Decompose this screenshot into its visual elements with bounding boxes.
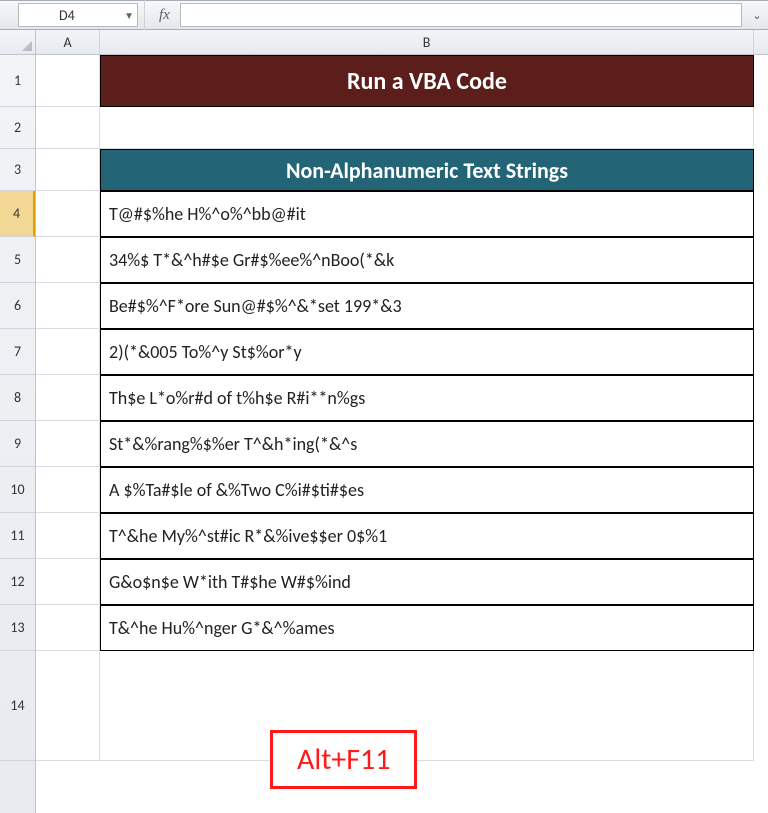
column-header-A[interactable]: A bbox=[36, 30, 100, 54]
row-headers: 1234567891011121314 bbox=[0, 30, 36, 813]
cell-A8[interactable] bbox=[36, 375, 100, 421]
column-headers: AB bbox=[36, 30, 768, 55]
cell-B4-data[interactable]: T@#$%he H%^o%^bb@#it bbox=[100, 191, 754, 237]
formula-input[interactable] bbox=[180, 3, 742, 27]
cell-B6-data[interactable]: Be#$%^F*ore Sun@#$%^&*set 199*&3 bbox=[100, 283, 754, 329]
cell-B5-data[interactable]: 34%$ T*&^h#$e Gr#$%ee%^nBoo(*&k bbox=[100, 237, 754, 283]
name-box-value: D4 bbox=[59, 7, 75, 24]
cell-A3[interactable] bbox=[36, 149, 100, 191]
cell-B9-data[interactable]: St*&%rang%$%er T^&h*ing(*&^s bbox=[100, 421, 754, 467]
cell-B7-data[interactable]: 2)(*&005 To%^y St$%or*y bbox=[100, 329, 754, 375]
cell-B11-data[interactable]: T^&he My%^st#ic R*&%ive$$er 0$%1 bbox=[100, 513, 754, 559]
cell-A4[interactable] bbox=[36, 191, 100, 237]
row-header-5[interactable]: 5 bbox=[0, 237, 35, 283]
cell-B2[interactable] bbox=[100, 107, 754, 149]
fx-button[interactable]: fx bbox=[153, 7, 176, 24]
cell-A7[interactable] bbox=[36, 329, 100, 375]
row-header-12[interactable]: 12 bbox=[0, 559, 35, 605]
spreadsheet-grid: 1234567891011121314 AB Run a VBA CodeNon… bbox=[0, 30, 768, 813]
cell-A6[interactable] bbox=[36, 283, 100, 329]
row-header-6[interactable]: 6 bbox=[0, 283, 35, 329]
keyboard-shortcut-callout: Alt+F11 bbox=[270, 730, 417, 789]
cell-B14[interactable] bbox=[100, 651, 754, 761]
row-header-4[interactable]: 4 bbox=[0, 191, 35, 237]
cell-A5[interactable] bbox=[36, 237, 100, 283]
cell-A11[interactable] bbox=[36, 513, 100, 559]
callout-text: Alt+F11 bbox=[297, 741, 390, 778]
cell-B3-header[interactable]: Non-Alphanumeric Text Strings bbox=[100, 149, 754, 191]
row-header-9[interactable]: 9 bbox=[0, 421, 35, 467]
cell-B13-data[interactable]: T&^he Hu%^nger G*&^%ames bbox=[100, 605, 754, 651]
name-box[interactable]: D4 ▼ bbox=[18, 3, 138, 27]
cell-B10-data[interactable]: A $%Ta#$le of &%Two C%i#$ti#$es bbox=[100, 467, 754, 513]
row-header-11[interactable]: 11 bbox=[0, 513, 35, 559]
cell-A1[interactable] bbox=[36, 55, 100, 107]
name-box-dropdown-icon[interactable]: ▼ bbox=[124, 9, 134, 22]
row-header-3[interactable]: 3 bbox=[0, 149, 35, 191]
cells-area: AB Run a VBA Code Non-Alphanumeric Text S… bbox=[36, 30, 768, 813]
row-header-7[interactable]: 7 bbox=[0, 329, 35, 375]
row-header-8[interactable]: 8 bbox=[0, 375, 35, 421]
cell-B8-data[interactable]: Th$e L*o%r#d of t%h$e R#i**n%gs bbox=[100, 375, 754, 421]
column-header-B[interactable]: B bbox=[100, 30, 754, 54]
cell-A12[interactable] bbox=[36, 559, 100, 605]
sheet-body: Run a VBA Code Non-Alphanumeric Text Stri… bbox=[36, 55, 768, 761]
cell-B1-title[interactable]: Run a VBA Code bbox=[100, 55, 754, 107]
cell-A10[interactable] bbox=[36, 467, 100, 513]
row-header-14[interactable]: 14 bbox=[0, 651, 35, 761]
cell-A13[interactable] bbox=[36, 605, 100, 651]
cell-B12-data[interactable]: G&o$n$e W*ith T#$he W#$%ind bbox=[100, 559, 754, 605]
row-header-2[interactable]: 2 bbox=[0, 107, 35, 149]
cell-A14[interactable] bbox=[36, 651, 100, 761]
select-all-corner[interactable] bbox=[0, 30, 35, 55]
formula-bar: D4 ▼ fx ⌄ bbox=[0, 0, 768, 30]
fx-zone: fx bbox=[145, 7, 176, 24]
expand-formula-bar-icon[interactable]: ⌄ bbox=[746, 9, 768, 22]
cell-A9[interactable] bbox=[36, 421, 100, 467]
row-header-10[interactable]: 10 bbox=[0, 467, 35, 513]
row-header-13[interactable]: 13 bbox=[0, 605, 35, 651]
row-header-1[interactable]: 1 bbox=[0, 55, 35, 107]
cell-A2[interactable] bbox=[36, 107, 100, 149]
